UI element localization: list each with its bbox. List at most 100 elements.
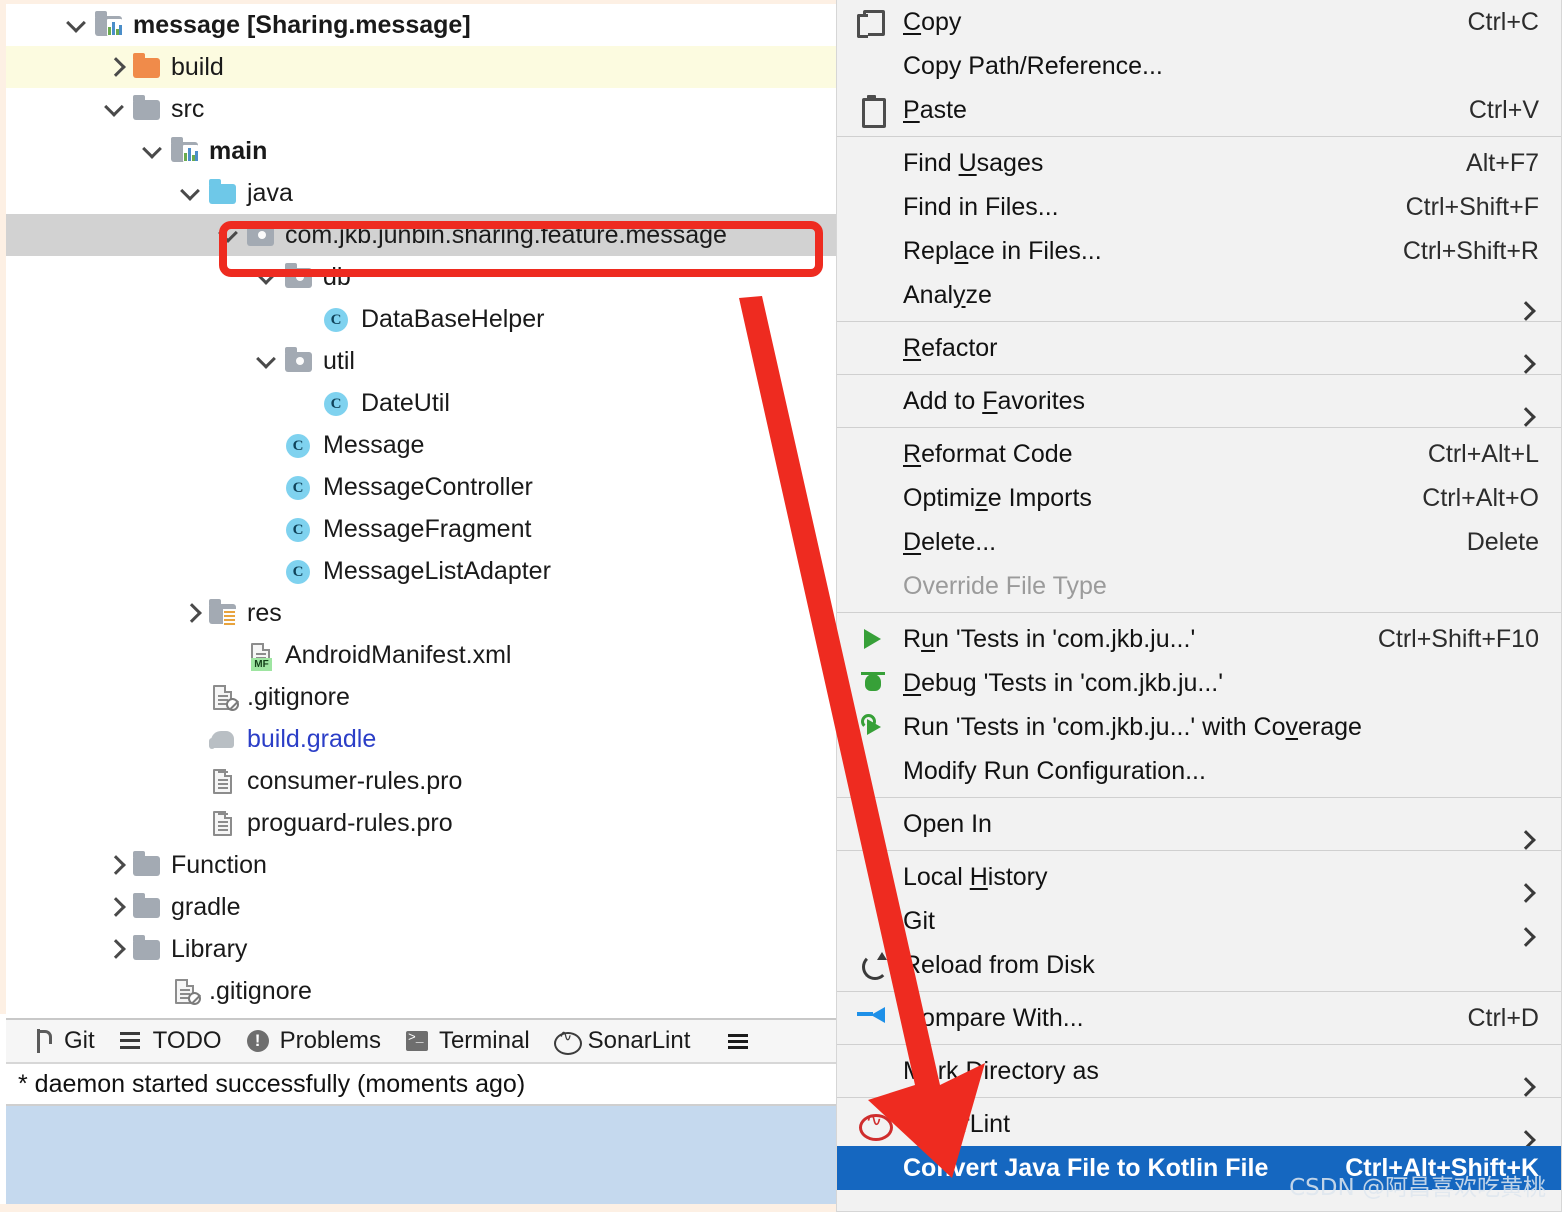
tree-row[interactable]: C MessageController: [6, 466, 836, 508]
tree-expand-arrow[interactable]: [254, 264, 280, 290]
tool-window-button-sonarlint[interactable]: SonarLint: [552, 1026, 690, 1055]
tree-row-label: DataBaseHelper: [361, 304, 545, 333]
menu-item-find-usages[interactable]: Find Usages Alt+F7: [837, 141, 1561, 185]
tree-row[interactable]: MF AndroidManifest.xml: [6, 634, 836, 676]
tree-row-label: main: [209, 136, 268, 165]
tree-expand-arrow[interactable]: [102, 54, 128, 80]
reload-icon: [855, 950, 893, 980]
tree-row-label: MessageController: [323, 472, 533, 501]
tree-row[interactable]: src: [6, 88, 836, 130]
menu-item-label: Run 'Tests in 'com.jkb.ju...' with Cover…: [903, 712, 1362, 741]
compare-icon: [855, 1003, 893, 1033]
menu-item-shortcut: Ctrl+V: [1468, 95, 1539, 124]
menu-item-sonarlint[interactable]: SonarLint: [837, 1102, 1561, 1146]
tree-row[interactable]: consumer-rules.pro: [6, 760, 836, 802]
tree-row[interactable]: .gitignore: [6, 676, 836, 718]
tree-row[interactable]: res: [6, 592, 836, 634]
project-tree[interactable]: message [Sharing.message] build src main jav…: [6, 4, 836, 1012]
tree-expand-arrow[interactable]: [64, 12, 90, 38]
context-menu-items[interactable]: Copy Ctrl+C Copy Path/Reference... Paste Ctr…: [837, 0, 1561, 1190]
tree-row[interactable]: util: [6, 340, 836, 382]
menu-item-paste[interactable]: Paste Ctrl+V: [837, 88, 1561, 132]
ide-screenshot: message [Sharing.message] build src main jav…: [0, 0, 1562, 1212]
tool-window-button-problems[interactable]: Problems: [244, 1027, 381, 1055]
class-icon: C: [284, 431, 314, 459]
menu-separator: [837, 612, 1561, 613]
menu-item-mark-directory-as[interactable]: Mark Directory as: [837, 1049, 1561, 1093]
menu-item-find-in-files[interactable]: Find in Files... Ctrl+Shift+F: [837, 185, 1561, 229]
menu-separator: [837, 1097, 1561, 1098]
tree-row[interactable]: C MessageFragment: [6, 508, 836, 550]
menu-item-label: Paste: [903, 95, 967, 124]
menu-item-copy[interactable]: Copy Ctrl+C: [837, 0, 1561, 44]
menu-item-label: Delete...: [903, 527, 997, 556]
context-menu[interactable]: Copy Ctrl+C Copy Path/Reference... Paste Ctr…: [836, 0, 1562, 1212]
tool-window-button-todo[interactable]: TODO: [117, 1027, 222, 1055]
tree-row[interactable]: C Message: [6, 424, 836, 466]
tree-row[interactable]: C DataBaseHelper: [6, 298, 836, 340]
tree-row[interactable]: proguard-rules.pro: [6, 802, 836, 844]
menu-item-label: Find Usages: [903, 148, 1044, 177]
tree-row[interactable]: java: [6, 172, 836, 214]
tree-expand-arrow[interactable]: [102, 936, 128, 962]
tree-row[interactable]: C MessageListAdapter: [6, 550, 836, 592]
tree-expand-arrow[interactable]: [102, 894, 128, 920]
menu-item-local-history[interactable]: Local History: [837, 855, 1561, 899]
tree-row[interactable]: com.jkb.junbin.sharing.feature.message: [6, 214, 836, 256]
menu-item-reload-from-disk[interactable]: Reload from Disk: [837, 943, 1561, 987]
menu-item-delete[interactable]: Delete... Delete: [837, 520, 1561, 564]
tree-expand-arrow[interactable]: [178, 600, 204, 626]
tree-expand-arrow[interactable]: [216, 222, 242, 248]
tree-expand-arrow[interactable]: [254, 348, 280, 374]
gitignore-file-icon: [170, 977, 201, 1005]
menu-item-reformat-code[interactable]: Reformat Code Ctrl+Alt+L: [837, 432, 1561, 476]
menu-item-copy-path-reference[interactable]: Copy Path/Reference...: [837, 44, 1561, 88]
tool-window-overflow-button[interactable]: [724, 1027, 760, 1055]
menu-item-add-to-favorites[interactable]: Add to Favorites: [837, 379, 1561, 423]
menu-item-run-tests-in-com-jkb-ju[interactable]: Run 'Tests in 'com.jkb.ju...' Ctrl+Shift+…: [837, 617, 1561, 661]
tree-row[interactable]: build: [6, 46, 836, 88]
tool-window-button-terminal[interactable]: Terminal: [403, 1027, 530, 1055]
tool-window-button-git[interactable]: Git: [28, 1027, 95, 1055]
package-icon: [284, 347, 314, 375]
tree-row-label: AndroidManifest.xml: [285, 640, 512, 669]
tree-row[interactable]: gradle: [6, 886, 836, 928]
tree-row[interactable]: Function: [6, 844, 836, 886]
tree-row[interactable]: message [Sharing.message]: [6, 4, 836, 46]
tree-row[interactable]: Library: [6, 928, 836, 970]
menu-item-shortcut: Ctrl+Shift+F: [1405, 192, 1539, 221]
git-icon: [28, 1027, 56, 1055]
tree-row[interactable]: main: [6, 130, 836, 172]
tree-row[interactable]: C DateUtil: [6, 382, 836, 424]
menu-item-optimize-imports[interactable]: Optimize Imports Ctrl+Alt+O: [837, 476, 1561, 520]
menu-item-compare-with[interactable]: Compare With... Ctrl+D: [837, 996, 1561, 1040]
run-icon: [855, 624, 893, 654]
tree-row-label: build: [171, 52, 224, 81]
sonarlint-menu-icon: [855, 1107, 893, 1141]
console-selected-band: [6, 1104, 836, 1204]
tree-expand-arrow[interactable]: [140, 138, 166, 164]
folder-grey-icon: [132, 893, 162, 921]
menu-item-modify-run-configuration[interactable]: Modify Run Configuration...: [837, 749, 1561, 793]
tree-row-label: src: [171, 94, 205, 123]
menu-item-analyze[interactable]: Analyze: [837, 273, 1561, 317]
menu-item-open-in[interactable]: Open In: [837, 802, 1561, 846]
tree-row[interactable]: build.gradle: [6, 718, 836, 760]
menu-item-refactor[interactable]: Refactor: [837, 326, 1561, 370]
more-hamburger-icon[interactable]: [724, 1027, 752, 1055]
tree-row[interactable]: .gitignore: [6, 970, 836, 1012]
menu-item-debug-tests-in-com-jkb-ju[interactable]: Debug 'Tests in 'com.jkb.ju...': [837, 661, 1561, 705]
tree-row[interactable]: db: [6, 256, 836, 298]
menu-item-run-tests-in-com-jkb-ju-with-coverage[interactable]: Run 'Tests in 'com.jkb.ju...' with Cover…: [837, 705, 1561, 749]
menu-item-label: Analyze: [903, 280, 992, 309]
tree-row-label: Function: [171, 850, 267, 879]
project-tool-window[interactable]: message [Sharing.message] build src main jav…: [0, 0, 836, 1014]
tree-row-label: gradle: [171, 892, 241, 921]
menu-item-git[interactable]: Git: [837, 899, 1561, 943]
tree-expand-arrow[interactable]: [102, 852, 128, 878]
tool-window-bar[interactable]: Git TODO Problems Terminal SonarLint: [6, 1018, 836, 1064]
debug-icon: [855, 668, 893, 698]
tree-expand-arrow[interactable]: [178, 180, 204, 206]
menu-item-replace-in-files[interactable]: Replace in Files... Ctrl+Shift+R: [837, 229, 1561, 273]
tree-expand-arrow[interactable]: [102, 96, 128, 122]
